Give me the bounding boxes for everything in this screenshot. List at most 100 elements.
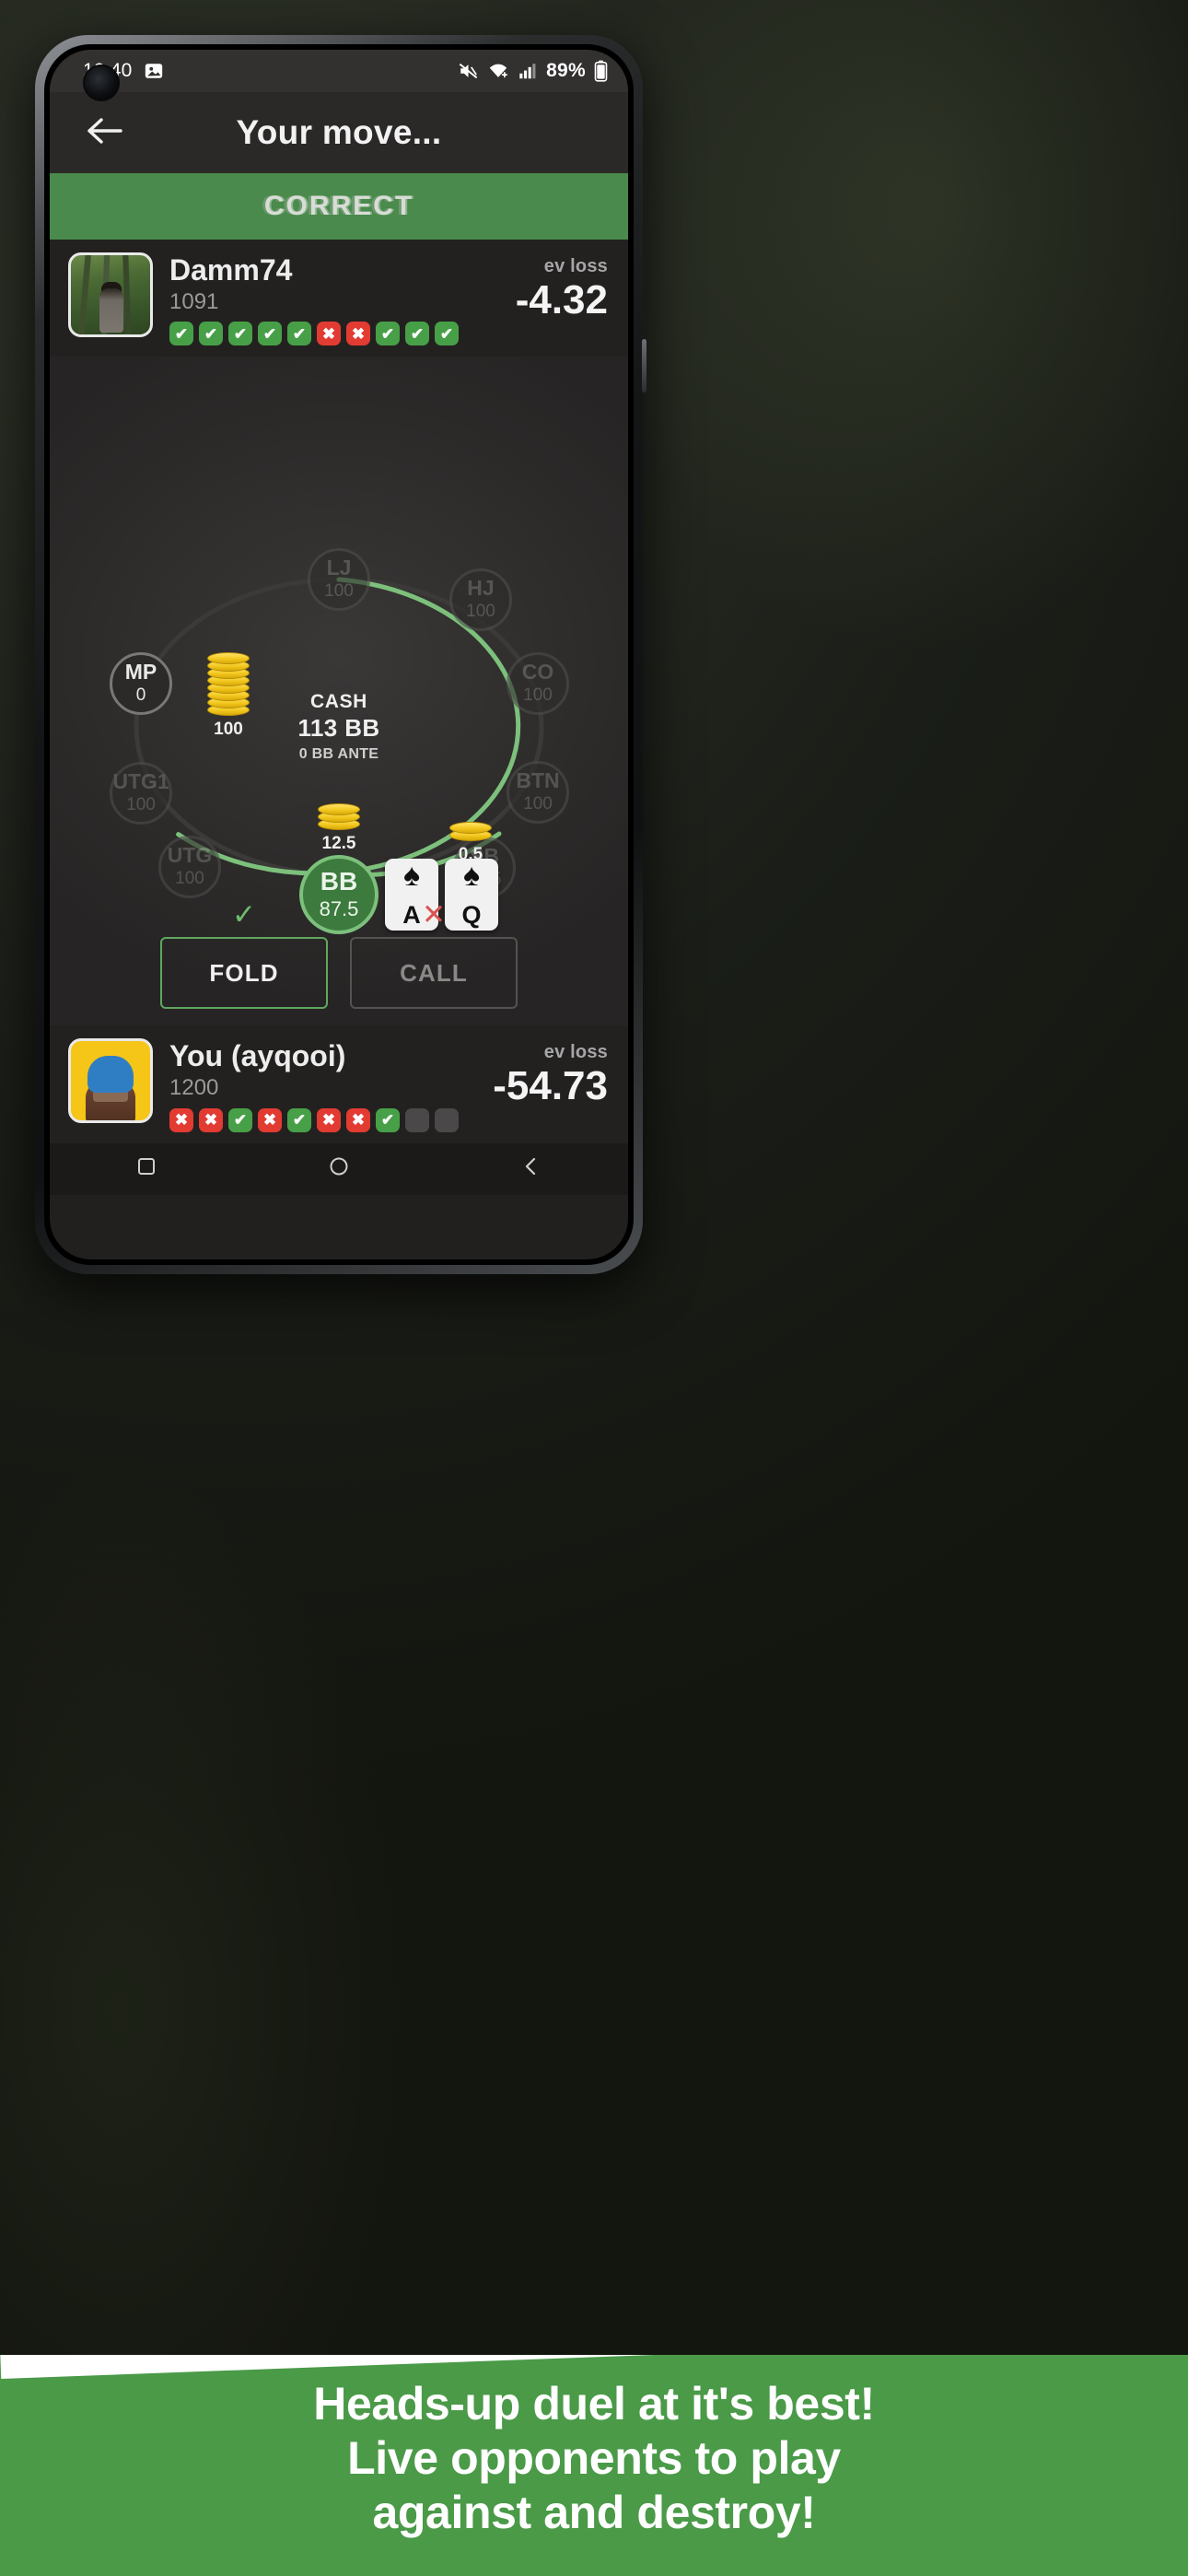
promo-banner: Heads-up duel at it's best! Live opponen… bbox=[0, 2355, 1188, 2576]
hero-result-badges: ✖ ✖ ✔ ✖ ✔ ✖ ✖ ✔ bbox=[169, 1107, 476, 1132]
bet-amount: 12.5 bbox=[321, 834, 356, 854]
seat-position: CO bbox=[521, 660, 554, 685]
action-buttons: ✓ FOLD ✕ CALL bbox=[50, 898, 628, 1010]
fold-button[interactable]: FOLD bbox=[160, 937, 328, 1010]
table-center-info: CASH 113 BB 0 BB ANTE bbox=[297, 691, 379, 763]
result-badge: ✖ bbox=[346, 1107, 370, 1132]
result-badge: ✖ bbox=[169, 1107, 193, 1132]
page-title: Your move... bbox=[236, 113, 442, 151]
app-header: Your move... bbox=[50, 92, 628, 173]
opponent-ev-label: ev loss bbox=[543, 256, 608, 276]
result-badge: ✔ bbox=[287, 1107, 311, 1132]
seat-utg1[interactable]: UTG1 100 bbox=[110, 762, 172, 825]
result-badge: ✔ bbox=[405, 322, 429, 346]
seat-position: UTG1 bbox=[112, 769, 169, 794]
result-badge: ✖ bbox=[346, 322, 370, 346]
recents-icon[interactable] bbox=[135, 1155, 157, 1182]
seat-hj[interactable]: HJ 100 bbox=[449, 568, 512, 632]
bet-chips-bb: 12.5 bbox=[318, 803, 360, 854]
result-badge: ✔ bbox=[258, 322, 282, 346]
result-badge: ✖ bbox=[317, 1107, 341, 1132]
seat-stack: 100 bbox=[523, 685, 553, 706]
promo-line-1: Heads-up duel at it's best! bbox=[313, 2378, 875, 2430]
wifi-icon bbox=[487, 61, 509, 81]
result-badge: ✔ bbox=[199, 322, 223, 346]
phone-side-button bbox=[642, 339, 646, 392]
hero-ev-label: ev loss bbox=[543, 1042, 608, 1063]
opponent-player-row[interactable]: Damm74 1091 ✔ ✔ ✔ ✔ ✔ ✖ ✖ ✔ ✔ ✔ ev loss … bbox=[50, 240, 628, 357]
seat-position: MP bbox=[124, 660, 157, 685]
seat-position: HJ bbox=[467, 576, 495, 601]
android-nav-bar bbox=[50, 1142, 628, 1195]
seat-stack: 100 bbox=[324, 581, 354, 602]
seat-position: BTN bbox=[516, 768, 560, 793]
seat-co[interactable]: CO 100 bbox=[507, 652, 569, 716]
result-badge: ✔ bbox=[287, 322, 311, 346]
check-mark-icon: ✓ bbox=[232, 898, 256, 931]
seat-position: BB bbox=[320, 866, 358, 896]
seat-stack: 100 bbox=[126, 795, 156, 815]
chip-stack-icon bbox=[207, 652, 250, 717]
opponent-result-badges: ✔ ✔ ✔ ✔ ✔ ✖ ✖ ✔ ✔ ✔ bbox=[169, 322, 499, 346]
mute-icon bbox=[458, 61, 479, 81]
spade-icon: ♠ bbox=[462, 858, 481, 894]
seat-btn[interactable]: BTN 100 bbox=[507, 761, 569, 825]
result-badge: ✔ bbox=[376, 1107, 400, 1132]
result-badge: ✖ bbox=[258, 1107, 282, 1132]
back-button[interactable] bbox=[76, 104, 133, 161]
cross-mark-icon: ✕ bbox=[422, 898, 446, 931]
battery-icon bbox=[594, 60, 608, 82]
table-ring: LJ 100 HJ 100 CO 100 BTN 100 SB BB 87.5 … bbox=[101, 548, 577, 935]
hero-player-row[interactable]: You (ayqooi) 1200 ✖ ✖ ✔ ✖ ✔ ✖ ✖ ✔ ev los… bbox=[50, 1025, 628, 1143]
seat-position: LJ bbox=[326, 556, 352, 580]
opponent-ev-value: -4.32 bbox=[515, 277, 608, 322]
result-badge: ✔ bbox=[376, 322, 400, 346]
seat-stack: 100 bbox=[523, 794, 553, 814]
result-banner: CORRECT bbox=[50, 173, 628, 240]
home-icon[interactable] bbox=[328, 1155, 350, 1182]
seat-stack: 100 bbox=[175, 869, 204, 889]
hero-ev-value: -54.73 bbox=[493, 1063, 608, 1109]
promo-line-3: against and destroy! bbox=[372, 2487, 816, 2538]
phone-screen: 10:40 89% bbox=[50, 50, 628, 1259]
poker-table: LJ 100 HJ 100 CO 100 BTN 100 SB BB 87.5 … bbox=[50, 357, 628, 1026]
bet-amount: 100 bbox=[214, 720, 243, 740]
chip-stack-icon bbox=[449, 822, 492, 842]
result-badge: ✖ bbox=[199, 1107, 223, 1132]
hero-score: 1200 bbox=[169, 1075, 219, 1101]
promo-line-2: Live opponents to play bbox=[347, 2432, 841, 2484]
result-badge: ✔ bbox=[435, 322, 459, 346]
stack-depth: 113 BB bbox=[297, 714, 380, 743]
ante-info: 0 BB ANTE bbox=[298, 746, 379, 763]
opponent-score: 1091 bbox=[169, 288, 219, 314]
seat-position: UTG bbox=[167, 843, 213, 868]
image-icon bbox=[144, 61, 164, 81]
seat-lj[interactable]: LJ 100 bbox=[308, 548, 370, 612]
hero-name: You (ayqooi) bbox=[169, 1039, 346, 1073]
phone-frame: 10:40 89% bbox=[35, 35, 646, 1274]
bet-chips-mp: 100 bbox=[207, 652, 250, 740]
avatar[interactable] bbox=[68, 1038, 153, 1124]
fold-action-group: ✓ FOLD bbox=[160, 898, 328, 1010]
result-badge bbox=[405, 1107, 429, 1132]
result-badge: ✔ bbox=[169, 322, 193, 346]
opponent-name: Damm74 bbox=[169, 253, 293, 287]
result-banner-label: CORRECT bbox=[263, 191, 414, 221]
seat-stack: 0 bbox=[135, 685, 146, 706]
result-badge bbox=[435, 1107, 459, 1132]
arrow-left-icon bbox=[85, 115, 123, 151]
call-action-group: ✕ CALL bbox=[350, 898, 518, 1010]
chip-stack-icon bbox=[318, 803, 360, 831]
game-type: CASH bbox=[310, 691, 367, 713]
call-button[interactable]: CALL bbox=[350, 937, 518, 1010]
avatar[interactable] bbox=[68, 252, 153, 337]
seat-stack: 100 bbox=[466, 602, 495, 622]
seat-mp[interactable]: MP 0 bbox=[110, 652, 172, 716]
result-badge: ✔ bbox=[228, 1107, 252, 1132]
back-nav-icon[interactable] bbox=[520, 1155, 542, 1182]
front-camera-punchhole bbox=[83, 64, 120, 101]
seat-utg[interactable]: UTG 100 bbox=[158, 836, 221, 899]
result-badge: ✖ bbox=[317, 322, 341, 346]
signal-icon bbox=[518, 61, 538, 81]
result-badge: ✔ bbox=[228, 322, 252, 346]
